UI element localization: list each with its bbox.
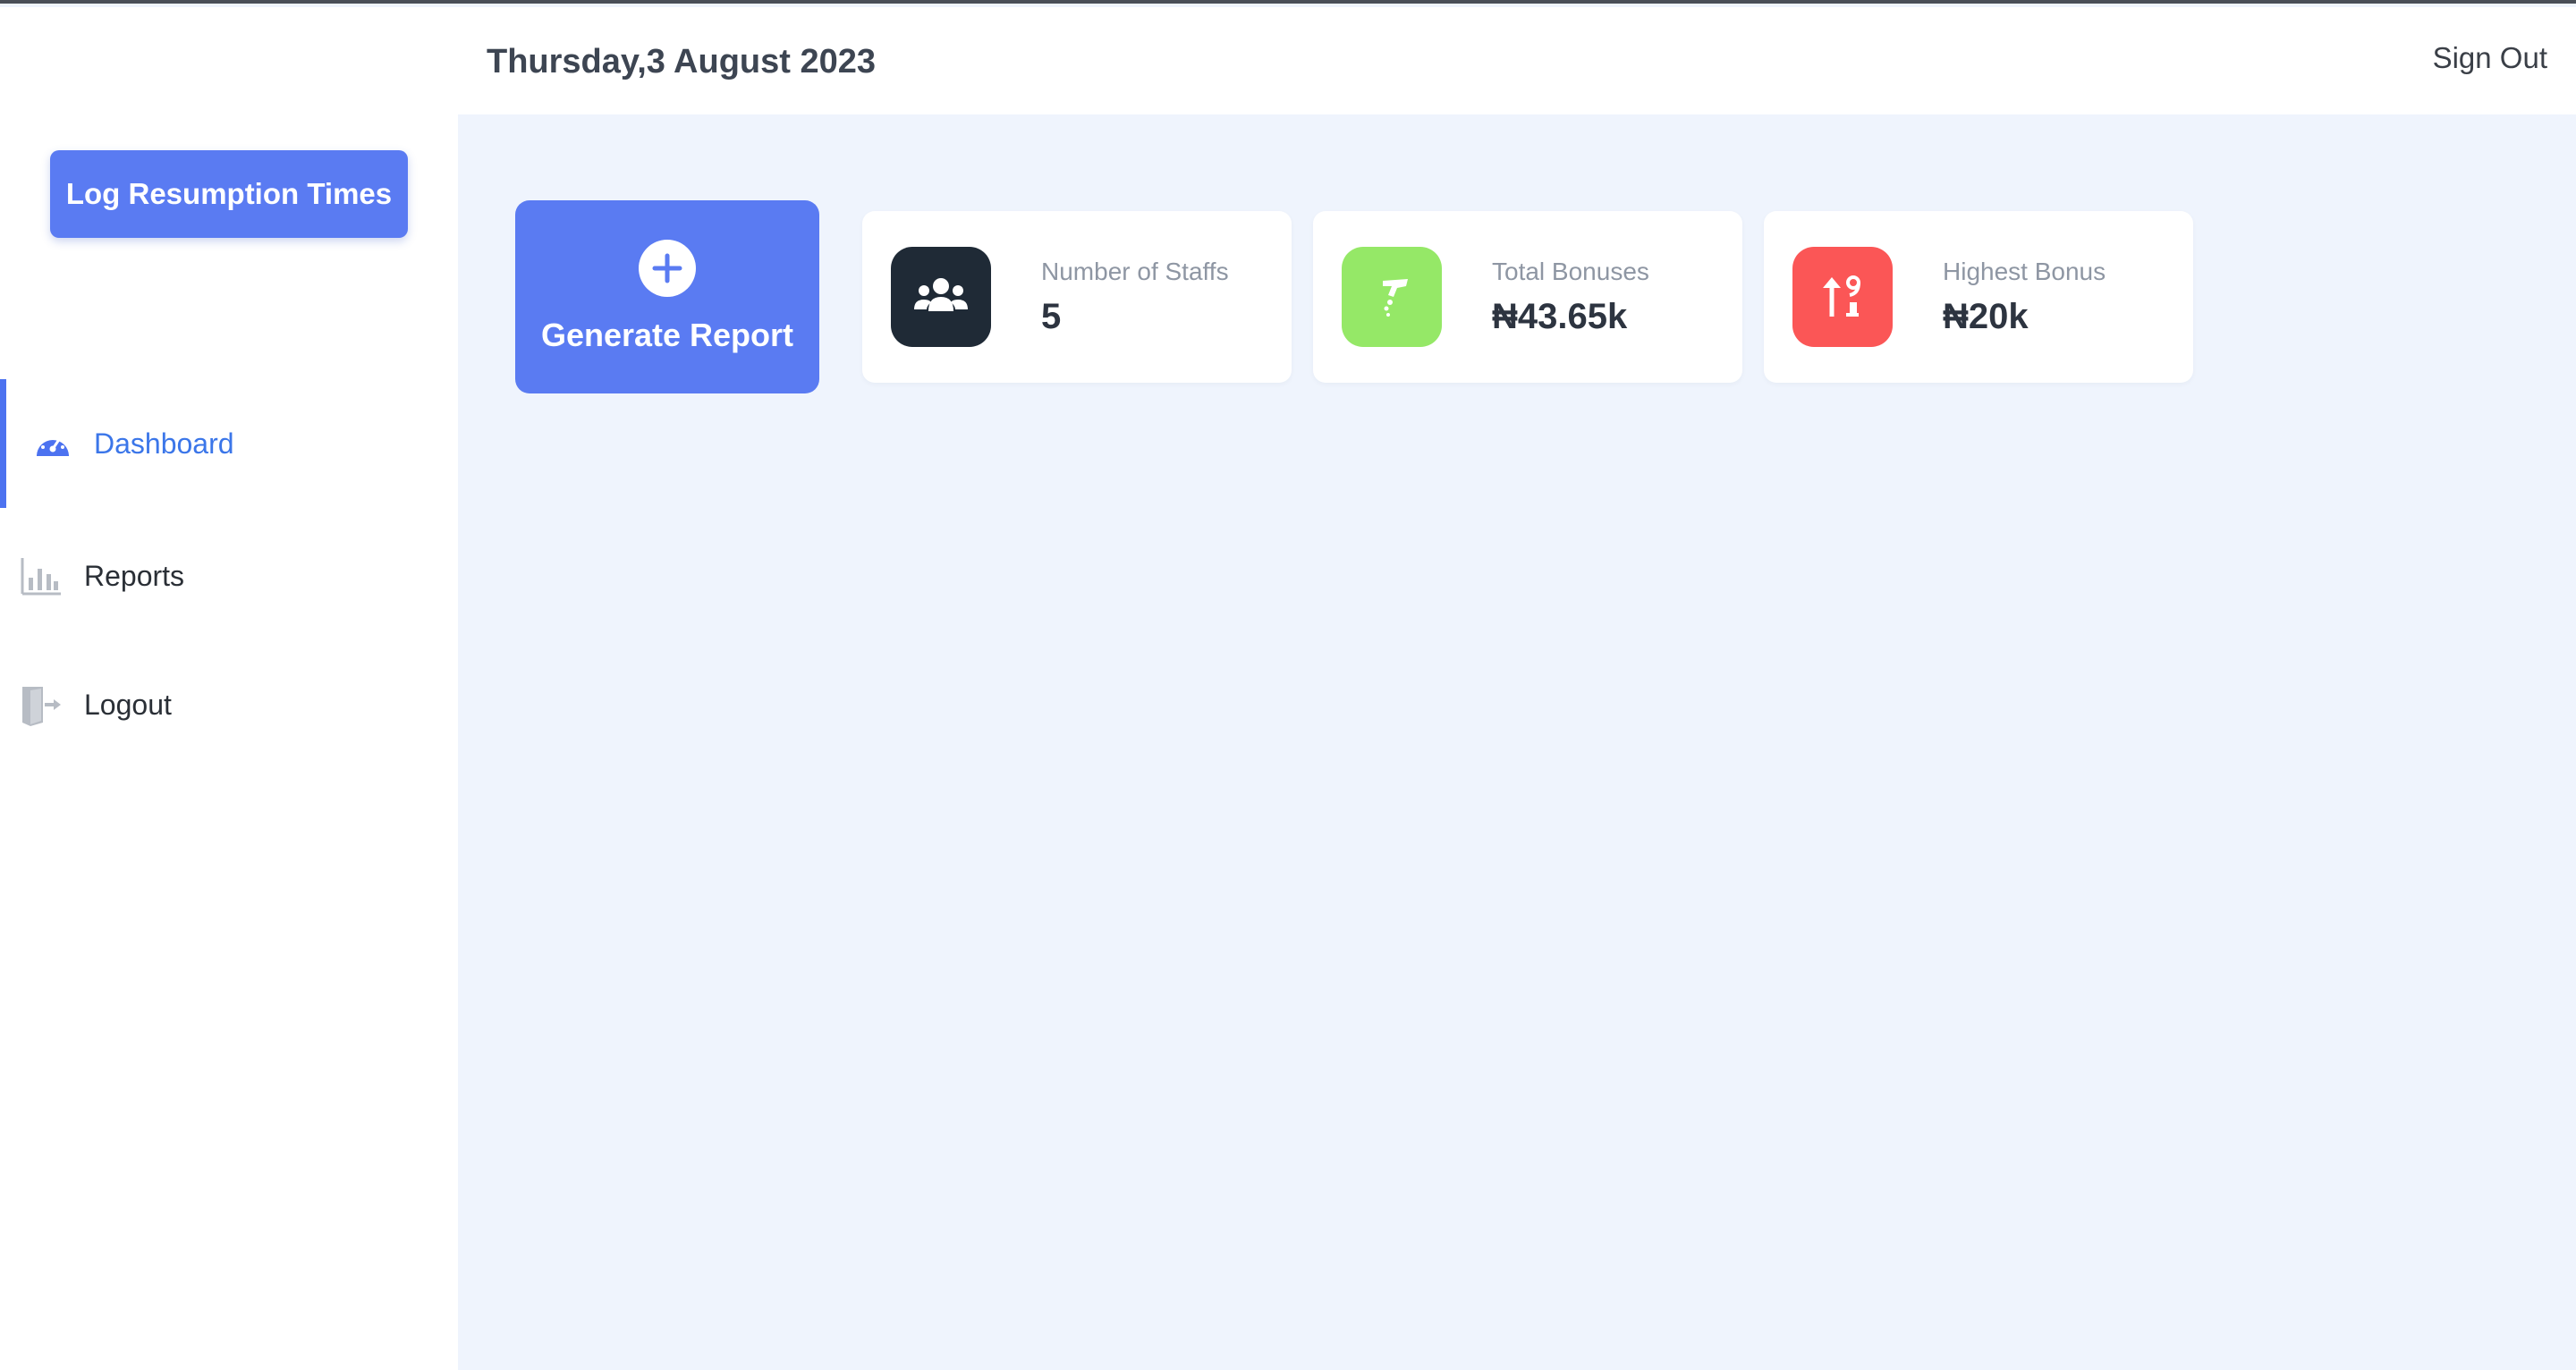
page-date: Thursday,3 August 2023: [487, 43, 877, 80]
stat-card-highest-bonus: Highest Bonus ₦20k: [1764, 211, 2193, 383]
speedometer-icon: [31, 422, 74, 465]
stat-label: Number of Staffs: [1041, 258, 1229, 285]
sign-out-link[interactable]: Sign Out: [2433, 41, 2547, 75]
users-icon: [891, 247, 991, 347]
log-resumption-times-button[interactable]: Log Resumption Times: [50, 150, 408, 238]
door-exit-icon: [20, 683, 63, 726]
stat-label: Total Bonuses: [1492, 258, 1649, 285]
sidebar: Log Resumption Times Dashboard Reports L…: [0, 7, 458, 1370]
hand-money-icon: [1342, 247, 1442, 347]
sidebar-item-logout[interactable]: Logout: [0, 640, 458, 769]
stat-value: ₦20k: [1943, 297, 2029, 336]
top-header: Thursday,3 August 2023 Sign Out: [458, 7, 2576, 114]
stat-value: 5: [1041, 297, 1062, 336]
stat-value: ₦43.65k: [1492, 297, 1628, 336]
stat-card-total-bonuses: Total Bonuses ₦43.65k: [1313, 211, 1742, 383]
stat-label: Highest Bonus: [1943, 258, 2106, 285]
sidebar-item-label: Dashboard: [94, 427, 234, 460]
bar-chart-icon: [20, 554, 63, 597]
sort-numeric-up-icon: [1792, 247, 1893, 347]
sidebar-item-dashboard[interactable]: Dashboard: [0, 379, 458, 508]
generate-report-label: Generate Report: [540, 317, 794, 353]
sidebar-item-label: Logout: [84, 688, 172, 721]
sidebar-item-reports[interactable]: Reports: [0, 512, 458, 640]
plus-circle-icon: [639, 240, 696, 297]
sidebar-item-label: Reports: [84, 559, 185, 592]
generate-report-button[interactable]: Generate Report: [515, 200, 819, 393]
stat-card-staffs: Number of Staffs 5: [862, 211, 1292, 383]
